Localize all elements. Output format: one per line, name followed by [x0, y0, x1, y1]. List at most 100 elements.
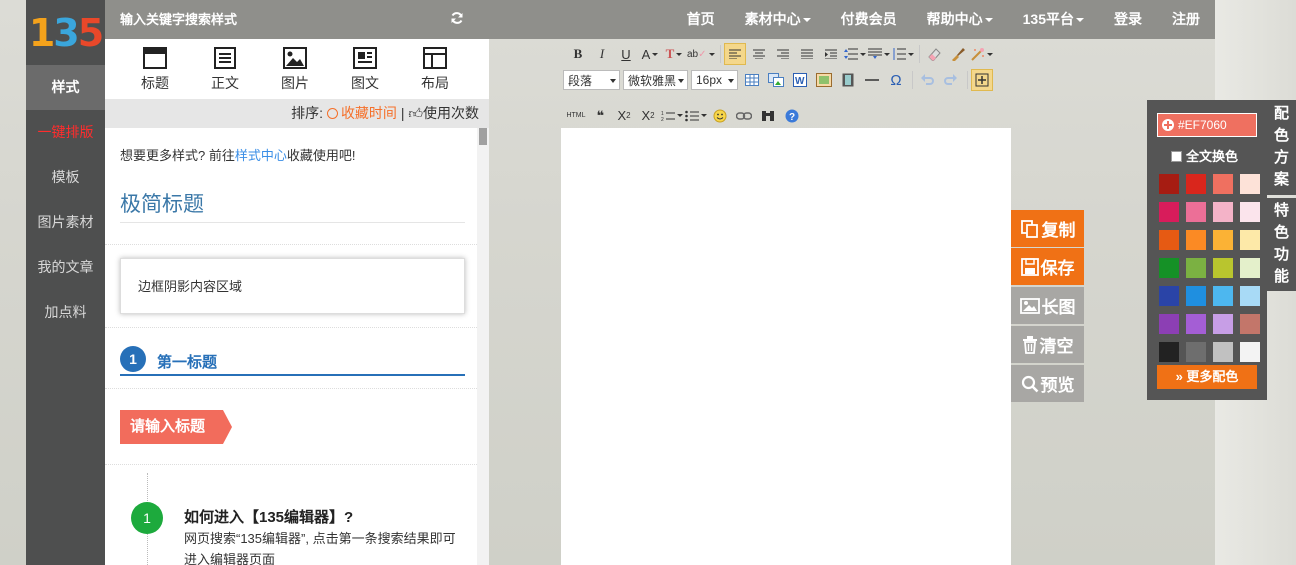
category-image-text[interactable]: 图文	[335, 39, 395, 99]
top-nav-register[interactable]: 注册	[1157, 0, 1215, 39]
color-swatch[interactable]	[1240, 202, 1260, 222]
long-image-button[interactable]: 长图	[1011, 287, 1084, 324]
scrollbar-thumb[interactable]	[479, 128, 487, 145]
align-justify-button[interactable]	[796, 43, 818, 65]
save-button[interactable]: 保存	[1011, 248, 1084, 285]
top-nav-material-center[interactable]: 素材中心	[730, 0, 826, 39]
clear-button[interactable]: 清空	[1011, 326, 1084, 363]
align-center-button[interactable]	[748, 43, 770, 65]
color-swatch[interactable]	[1240, 174, 1260, 194]
unordered-list-button[interactable]	[685, 105, 707, 127]
style-step-desc[interactable]: 网页搜索“135编辑器”, 点击第一条搜索结果即可进入编辑器页面	[184, 528, 459, 565]
sort-by-usage-count[interactable]: 👍︎使用次数	[408, 105, 479, 121]
html-source-button[interactable]: HTML	[565, 105, 587, 127]
undo-button[interactable]	[916, 69, 938, 91]
top-nav-help-center[interactable]: 帮助中心	[912, 0, 1008, 39]
color-swatch[interactable]	[1159, 174, 1179, 194]
style-step-number[interactable]: 1	[131, 502, 163, 534]
indent-button[interactable]	[820, 43, 842, 65]
font-size-select[interactable]: 16px	[691, 70, 738, 90]
color-swatch[interactable]	[1186, 286, 1206, 306]
auto-format-button[interactable]	[970, 43, 993, 65]
align-left-button[interactable]	[723, 43, 746, 65]
row-spacing-bottom-button[interactable]	[867, 43, 890, 65]
nav-item-template[interactable]: 模板	[26, 155, 105, 200]
font-color-button[interactable]: A	[639, 43, 661, 65]
category-title[interactable]: 标题	[125, 39, 185, 99]
insert-image-button[interactable]	[765, 69, 787, 91]
color-swatch[interactable]	[1240, 286, 1260, 306]
nav-item-image-material[interactable]: 图片素材	[26, 200, 105, 245]
color-swatch[interactable]	[1186, 174, 1206, 194]
color-swatch[interactable]	[1186, 342, 1206, 362]
category-image[interactable]: 图片	[265, 39, 325, 99]
style-minimal-title[interactable]: 极简标题	[120, 188, 204, 218]
insert-background-button[interactable]	[813, 69, 835, 91]
format-painter-button[interactable]	[947, 43, 969, 65]
color-swatch[interactable]	[1159, 314, 1179, 334]
line-height-button[interactable]	[892, 43, 914, 65]
color-swatch[interactable]	[1159, 202, 1179, 222]
more-colors-button[interactable]: » 更多配色	[1157, 365, 1257, 389]
full-text-recolor[interactable]: 全文换色	[1171, 146, 1238, 165]
color-swatch[interactable]	[1186, 202, 1206, 222]
color-swatch[interactable]	[1186, 258, 1206, 278]
color-swatch[interactable]	[1213, 174, 1233, 194]
color-swatch[interactable]	[1213, 314, 1233, 334]
top-nav-login[interactable]: 登录	[1099, 0, 1157, 39]
style-center-link[interactable]: 样式中心	[235, 148, 287, 163]
color-swatch[interactable]	[1186, 230, 1206, 250]
color-scheme-tab[interactable]: 配色方案	[1267, 100, 1296, 195]
top-nav-membership[interactable]: 付费会员	[826, 0, 912, 39]
color-swatch[interactable]	[1213, 286, 1233, 306]
font-family-select[interactable]: 微软雅黑	[623, 70, 688, 90]
style-tag-title[interactable]: 请输入标题	[120, 410, 233, 444]
subscript-button[interactable]: X2	[637, 105, 659, 127]
special-char-button[interactable]: Ω	[885, 69, 907, 91]
style-shadow-box[interactable]: 边框阴影内容区域	[120, 258, 465, 314]
align-right-button[interactable]	[772, 43, 794, 65]
nav-item-style[interactable]: 样式	[26, 65, 105, 110]
category-body-text[interactable]: 正文	[195, 39, 255, 99]
category-layout[interactable]: 布局	[405, 39, 465, 99]
nav-item-one-click-layout[interactable]: 一键排版	[26, 110, 105, 155]
top-nav-home[interactable]: 首页	[672, 0, 730, 39]
preview-button[interactable]: 预览	[1011, 365, 1084, 402]
row-spacing-top-button[interactable]	[843, 43, 866, 65]
italic-button[interactable]: I	[591, 43, 613, 65]
blockquote-button[interactable]: ❝	[589, 105, 611, 127]
color-swatch[interactable]	[1159, 342, 1179, 362]
color-hex-input[interactable]: #EF7060	[1157, 113, 1257, 137]
paste-word-button[interactable]: W	[789, 69, 811, 91]
style-step-title[interactable]: 如何进入【135编辑器】?	[184, 506, 353, 527]
color-swatch[interactable]	[1213, 230, 1233, 250]
eraser-button[interactable]	[923, 43, 945, 65]
underline-button[interactable]: U	[615, 43, 637, 65]
color-swatch[interactable]	[1159, 230, 1179, 250]
color-swatch[interactable]	[1213, 342, 1233, 362]
more-tools-button[interactable]	[971, 69, 993, 91]
emoji-button[interactable]	[709, 105, 731, 127]
logo[interactable]: 135	[26, 0, 105, 65]
editor-content-area[interactable]	[561, 128, 1011, 565]
format-brush-button[interactable]: ab ✓	[687, 43, 715, 65]
style-search-input[interactable]: 输入关键字搜索样式	[120, 0, 237, 39]
color-swatch[interactable]	[1186, 314, 1206, 334]
insert-video-button[interactable]	[837, 69, 859, 91]
horizontal-rule-button[interactable]	[861, 69, 883, 91]
color-swatch[interactable]	[1240, 342, 1260, 362]
paragraph-select[interactable]: 段落	[563, 70, 620, 90]
color-swatch[interactable]	[1240, 230, 1260, 250]
top-nav-135-platform[interactable]: 135平台	[1008, 0, 1099, 39]
superscript-button[interactable]: X2	[613, 105, 635, 127]
full-text-recolor-checkbox[interactable]	[1171, 151, 1182, 162]
background-color-button[interactable]: T	[663, 43, 685, 65]
nav-item-my-articles[interactable]: 我的文章	[26, 245, 105, 290]
find-replace-button[interactable]	[757, 105, 779, 127]
color-swatch[interactable]	[1240, 314, 1260, 334]
nav-item-extras[interactable]: 加点料	[26, 290, 105, 335]
color-swatch[interactable]	[1213, 258, 1233, 278]
special-features-tab[interactable]: 特色功能	[1267, 198, 1296, 291]
style-list-scrollbar[interactable]	[477, 128, 489, 565]
link-button[interactable]	[733, 105, 755, 127]
